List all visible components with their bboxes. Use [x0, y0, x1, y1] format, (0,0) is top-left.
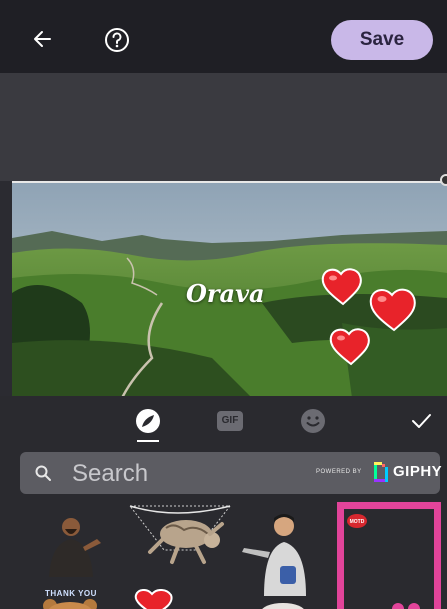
arrow-left-icon	[34, 31, 51, 47]
tab-emoji[interactable]	[298, 406, 328, 436]
white-sticker[interactable]	[258, 602, 308, 609]
sticker-icon	[136, 409, 160, 433]
tab-stickers[interactable]	[133, 406, 163, 436]
flying-cat-sticker[interactable]	[126, 500, 232, 572]
search-input[interactable]: Search POWERED BY GIPHY	[20, 452, 443, 494]
motd-badge-label: MOTD	[350, 519, 365, 525]
heart-sticker-overlay[interactable]	[320, 266, 366, 306]
save-button[interactable]: Save	[331, 20, 433, 60]
thank-you-label: THANK YOU	[45, 589, 97, 598]
giphy-label: GIPHY	[393, 463, 443, 480]
top-bar: Save	[0, 0, 447, 73]
thank-you-bear-sticker[interactable]	[38, 598, 102, 609]
heart-sticker-overlay[interactable]	[368, 286, 420, 332]
tab-selected-indicator	[137, 440, 159, 442]
giphy-logo-icon	[374, 462, 388, 482]
canvas-edge	[0, 181, 12, 396]
help-button[interactable]	[104, 27, 130, 53]
smiley-icon	[301, 409, 325, 433]
checkmark-icon	[412, 414, 431, 428]
man-sticker[interactable]	[35, 513, 105, 577]
heart-sticker-overlay[interactable]	[328, 326, 374, 366]
motd-badge-icon: MOTD	[347, 514, 367, 528]
text-overlay[interactable]: Orava	[186, 279, 265, 308]
powered-by-label: POWERED BY	[316, 469, 362, 475]
pink-frame-sticker[interactable]: MOTD	[337, 502, 441, 609]
search-placeholder: Search	[72, 460, 149, 487]
done-button[interactable]	[408, 408, 434, 434]
man-with-knife-sticker[interactable]	[240, 512, 322, 596]
back-button[interactable]	[30, 26, 56, 52]
tab-gif[interactable]: GIF	[217, 411, 243, 431]
canvas-background	[0, 73, 447, 181]
sticker-tabs: GIF	[0, 396, 447, 448]
search-icon	[35, 465, 51, 481]
pink-sticker[interactable]	[388, 600, 424, 609]
resize-handle[interactable]	[440, 174, 447, 186]
heart-sticker[interactable]	[133, 589, 175, 609]
question-circle-icon	[105, 28, 129, 52]
